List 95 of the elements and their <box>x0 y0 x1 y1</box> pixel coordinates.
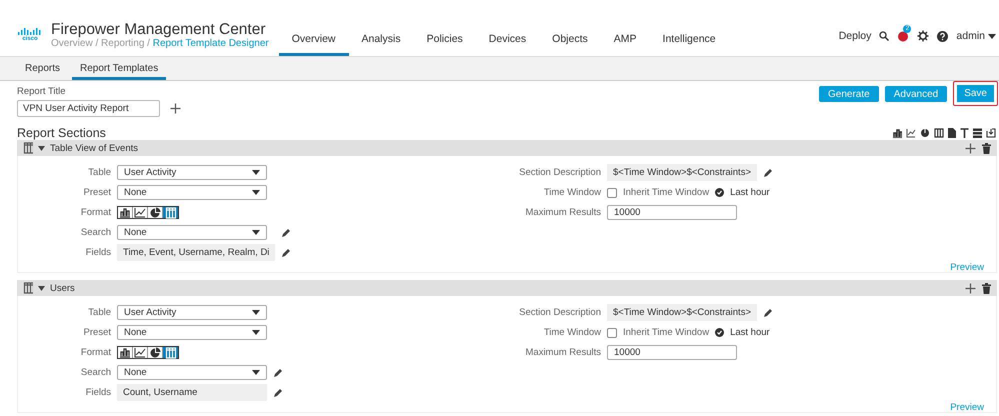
document-icon[interactable] <box>948 128 956 138</box>
line-format-button[interactable] <box>133 207 148 218</box>
add-icon[interactable] <box>965 282 976 294</box>
sub-tab[interactable]: Reports <box>17 57 68 80</box>
search-icon[interactable] <box>879 31 890 41</box>
search-dropdown[interactable]: None <box>117 225 267 240</box>
breadcrumb-separator: / <box>147 38 150 48</box>
bar-format-button[interactable] <box>118 207 133 218</box>
nav-tab[interactable]: Objects <box>539 22 601 56</box>
line-format-button[interactable] <box>133 347 148 358</box>
section-heading: Report Sections <box>17 126 106 140</box>
settings-icon[interactable] <box>917 30 930 42</box>
field-label: Fields <box>84 387 111 398</box>
field-label: Format <box>80 347 111 358</box>
user-menu[interactable]: admin <box>956 30 996 42</box>
expand-toggle-icon[interactable] <box>38 146 45 150</box>
check-circle-icon <box>715 188 724 197</box>
checkbox[interactable] <box>607 328 617 338</box>
preset-dropdown[interactable]: None <box>117 325 267 340</box>
fields-value: Time, Event, Username, Realm, Di <box>117 244 276 261</box>
field-label: Section Description <box>518 167 601 178</box>
table-format-button[interactable] <box>163 207 178 218</box>
edit-icon[interactable] <box>281 248 292 258</box>
add-icon[interactable] <box>170 103 181 114</box>
stack-icon[interactable] <box>973 128 982 138</box>
alert-icon[interactable] <box>897 30 910 42</box>
dropdown-caret-icon <box>252 230 260 235</box>
sub-tab[interactable]: Report Templates <box>72 57 166 80</box>
description-value: $<Time Window>$<Constraints> <box>607 304 757 321</box>
nav-tab[interactable]: Analysis <box>348 22 414 56</box>
breadcrumb-item: Report Template Designer <box>152 38 269 48</box>
field-label: Maximum Results <box>524 347 601 358</box>
report-title-field[interactable]: VPN User Activity Report <box>17 100 160 117</box>
dropdown-caret-icon <box>252 310 260 315</box>
edit-icon[interactable] <box>763 168 773 178</box>
field-label: Report Title <box>17 86 66 97</box>
field-label: Search <box>80 367 111 378</box>
dropdown-caret-icon <box>252 370 260 375</box>
line-chart-icon[interactable] <box>906 128 916 138</box>
time-window-value: Last hour <box>730 327 770 338</box>
breadcrumb-separator: / <box>95 38 98 48</box>
edit-icon[interactable] <box>281 228 292 238</box>
deploy-link[interactable]: Deploy <box>838 30 872 42</box>
field-label: Fields <box>84 247 111 258</box>
time-window-value: Last hour <box>730 187 770 198</box>
dropdown-caret-icon <box>252 170 260 175</box>
field-label: Preset <box>82 327 111 338</box>
field-label: Preset <box>82 187 111 198</box>
section-title: Users <box>50 282 75 294</box>
table-format-button[interactable] <box>163 347 178 358</box>
export-icon[interactable] <box>986 128 996 138</box>
table-icon <box>23 282 33 294</box>
field-label: Time Window <box>542 327 601 338</box>
field-label: Format <box>80 207 111 218</box>
checkbox-label: Inherit Time Window <box>623 187 710 198</box>
nav-tab[interactable]: Devices <box>476 22 540 56</box>
add-icon[interactable] <box>965 142 976 154</box>
trash-icon[interactable] <box>982 142 991 154</box>
pie-chart-icon[interactable] <box>920 128 930 138</box>
preset-dropdown[interactable]: None <box>117 185 267 200</box>
checkbox[interactable] <box>607 188 617 198</box>
description-value: $<Time Window>$<Constraints> <box>607 164 757 181</box>
checkbox-label: Inherit Time Window <box>623 327 710 338</box>
caret-icon <box>988 34 996 38</box>
text-icon[interactable] <box>960 128 969 138</box>
bar-chart-icon[interactable] <box>892 128 902 138</box>
trash-icon[interactable] <box>982 282 991 294</box>
field-label: Table <box>87 167 111 178</box>
nav-tab[interactable]: Intelligence <box>650 22 729 56</box>
max-results-field[interactable]: 10000 <box>607 205 737 220</box>
field-label: Search <box>80 227 111 238</box>
field-label: Table <box>87 307 111 318</box>
bar-format-button[interactable] <box>118 347 133 358</box>
nav-tab[interactable]: Policies <box>414 22 476 56</box>
table-dropdown[interactable]: User Activity <box>117 305 267 320</box>
table-dropdown[interactable]: User Activity <box>117 165 267 180</box>
dropdown-caret-icon <box>252 190 260 195</box>
max-results-field[interactable]: 10000 <box>607 345 737 360</box>
help-icon[interactable] <box>937 30 948 42</box>
field-label: Section Description <box>518 307 601 318</box>
check-circle-icon <box>715 328 724 337</box>
pie-format-button[interactable] <box>148 207 163 218</box>
dropdown-caret-icon <box>252 330 260 335</box>
table-icon <box>23 142 33 154</box>
app-title: Firepower Management Center <box>51 20 267 38</box>
edit-icon[interactable] <box>763 308 773 318</box>
field-label: Time Window <box>542 187 601 198</box>
pie-format-button[interactable] <box>148 347 163 358</box>
section-title: Table View of Events <box>50 142 138 154</box>
expand-toggle-icon[interactable] <box>38 286 45 290</box>
nav-tab[interactable]: AMP <box>600 22 650 56</box>
field-label: Maximum Results <box>524 207 601 218</box>
fields-value: Count, Username <box>117 384 267 401</box>
table-icon[interactable] <box>934 128 944 138</box>
search-dropdown[interactable]: None <box>117 365 267 380</box>
